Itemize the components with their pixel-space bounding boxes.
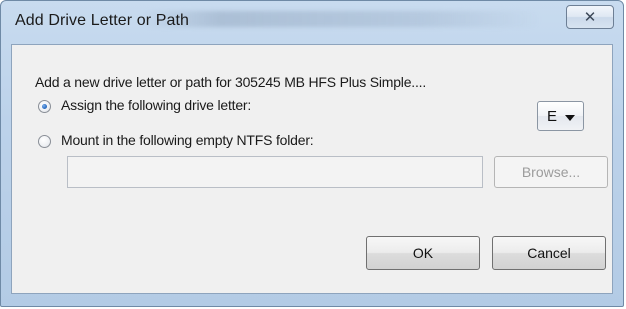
folder-path-field[interactable] xyxy=(67,156,483,188)
dialog-client-area: Add a new drive letter or path for 30524… xyxy=(11,44,613,294)
mount-folder-radio[interactable] xyxy=(38,135,51,148)
title-bar[interactable]: Add Drive Letter or Path ✕ xyxy=(1,1,623,41)
close-button[interactable]: ✕ xyxy=(566,5,614,29)
assign-letter-radio[interactable] xyxy=(38,100,51,113)
mount-folder-label[interactable]: Mount in the following empty NTFS folder… xyxy=(61,132,314,148)
title-bar-blur xyxy=(141,11,541,27)
drive-letter-value: E xyxy=(547,108,558,125)
chevron-down-icon xyxy=(565,115,575,121)
drive-letter-select[interactable]: E xyxy=(537,101,584,131)
browse-button[interactable]: Browse... xyxy=(494,156,608,188)
window-title: Add Drive Letter or Path xyxy=(15,12,190,29)
assign-letter-label[interactable]: Assign the following drive letter: xyxy=(61,97,251,113)
dialog-window: Add Drive Letter or Path ✕ Add a new dri… xyxy=(0,0,624,307)
dialog-description: Add a new drive letter or path for 30524… xyxy=(35,74,427,90)
ok-button[interactable]: OK xyxy=(366,236,480,270)
cancel-button[interactable]: Cancel xyxy=(492,236,606,270)
close-icon: ✕ xyxy=(583,7,597,26)
